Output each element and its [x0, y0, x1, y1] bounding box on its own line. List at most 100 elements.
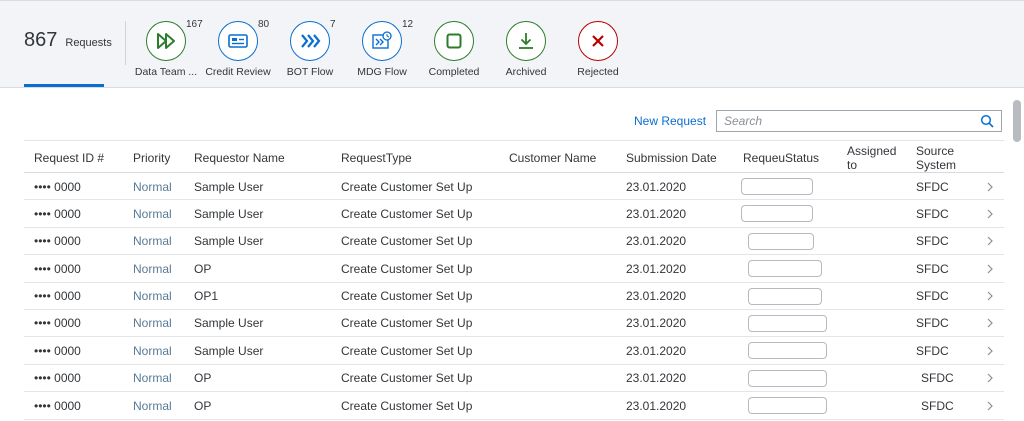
download-icon	[506, 21, 546, 61]
col-customer-name[interactable]: Customer Name	[509, 141, 596, 174]
status-field	[748, 260, 822, 278]
col-priority[interactable]: Priority	[133, 141, 170, 174]
triple-chevron-right-icon	[290, 21, 330, 61]
cell-submission-date: 23.01.2020	[626, 316, 687, 331]
cell-source-system: SFDC	[916, 206, 949, 221]
tab-count: 7	[330, 19, 336, 30]
cell-submission-date: 23.01.2020	[626, 234, 687, 249]
cell-request-id: •••• 0000	[34, 371, 81, 386]
cell-priority: Normal	[133, 234, 172, 249]
cell-request-id: •••• 0000	[34, 234, 81, 249]
cell-priority: Normal	[133, 316, 172, 331]
workflow-clock-icon	[362, 21, 402, 61]
status-field	[748, 232, 814, 250]
cell-request-type: Create Customer Set Up	[341, 179, 473, 194]
cell-submission-date: 23.01.2020	[626, 343, 687, 358]
cell-priority: Normal	[133, 398, 172, 413]
search-field	[716, 110, 1002, 132]
cell-request-type: Create Customer Set Up	[341, 206, 473, 221]
icon-tab-bar: 867 Requests 167 Data Team ... 80 Credit…	[0, 0, 1024, 88]
requests-table: Request ID # Priority Requestor Name Req…	[24, 140, 1004, 420]
cell-priority: Normal	[133, 343, 172, 358]
col-request-type[interactable]: RequestType	[341, 141, 412, 174]
search-icon[interactable]	[973, 111, 1001, 131]
status-field	[748, 342, 827, 360]
cell-requestor: OP	[194, 371, 212, 386]
col-source-system[interactable]: Source System	[916, 141, 976, 174]
id-card-icon	[218, 21, 258, 61]
chevron-right-icon[interactable]	[986, 310, 994, 337]
cell-source-system: SFDC	[916, 316, 949, 331]
col-request-id[interactable]: Request ID #	[34, 141, 104, 174]
chevron-right-icon[interactable]	[986, 283, 994, 310]
cell-request-id: •••• 0000	[34, 316, 81, 331]
chevron-right-icon[interactable]	[986, 173, 994, 200]
table-row[interactable]: •••• 0000 Normal Sample User Create Cust…	[24, 310, 1004, 338]
col-assigned-to[interactable]: Assigned to	[847, 141, 907, 174]
cell-request-type: Create Customer Set Up	[341, 398, 473, 413]
cell-submission-date: 23.01.2020	[626, 371, 687, 386]
cell-source-system: SFDC	[916, 179, 949, 194]
status-field	[748, 397, 827, 415]
cell-request-id: •••• 0000	[34, 261, 81, 276]
chevron-right-icon[interactable]	[986, 337, 994, 364]
cell-priority: Normal	[133, 261, 172, 276]
cell-submission-date: 23.01.2020	[626, 398, 687, 413]
cell-request-type: Create Customer Set Up	[341, 316, 473, 331]
cell-source-system: SFDC	[916, 234, 949, 249]
stop-square-icon	[434, 21, 474, 61]
cell-request-id: •••• 0000	[34, 398, 81, 413]
cell-submission-date: 23.01.2020	[626, 179, 687, 194]
cell-requestor: Sample User	[194, 234, 264, 249]
chevron-right-icon[interactable]	[986, 392, 994, 419]
cell-request-type: Create Customer Set Up	[341, 234, 473, 249]
col-requestor[interactable]: Requestor Name	[194, 141, 285, 174]
cell-request-id: •••• 0000	[34, 343, 81, 358]
cell-request-type: Create Customer Set Up	[341, 289, 473, 304]
cell-requestor: Sample User	[194, 206, 264, 221]
table-row[interactable]: •••• 0000 Normal OP Create Customer Set …	[24, 392, 1004, 420]
cell-request-id: •••• 0000	[34, 179, 81, 194]
table-row[interactable]: •••• 0000 Normal Sample User Create Cust…	[24, 228, 1004, 256]
cell-source-system: SFDC	[916, 289, 949, 304]
cell-requestor: OP1	[194, 289, 219, 304]
tab-rejected[interactable]: Rejected	[556, 21, 640, 81]
cell-requestor: Sample User	[194, 179, 264, 194]
chevron-right-icon[interactable]	[986, 200, 994, 227]
selected-tab-indicator	[24, 84, 104, 87]
cell-priority: Normal	[133, 179, 172, 194]
cell-request-id: •••• 0000	[34, 289, 81, 304]
search-input[interactable]	[717, 111, 971, 131]
tab-all-requests[interactable]: 867 Requests	[24, 29, 112, 52]
table-row[interactable]: •••• 0000 Normal Sample User Create Cust…	[24, 200, 1004, 228]
total-count: 867	[24, 29, 58, 51]
double-play-icon	[146, 21, 186, 61]
table-row[interactable]: •••• 0000 Normal Sample User Create Cust…	[24, 173, 1004, 201]
chevron-right-icon[interactable]	[986, 228, 994, 255]
cell-request-type: Create Customer Set Up	[341, 343, 473, 358]
cell-source-system: SFDC	[916, 261, 949, 276]
total-label: Requests	[65, 37, 112, 49]
status-field	[748, 314, 827, 332]
chevron-right-icon[interactable]	[986, 365, 994, 392]
vertical-scrollbar[interactable]	[1013, 100, 1021, 142]
cell-submission-date: 23.01.2020	[626, 289, 687, 304]
table-row[interactable]: •••• 0000 Normal OP Create Customer Set …	[24, 365, 1004, 393]
table-row[interactable]: •••• 0000 Normal Sample User Create Cust…	[24, 337, 1004, 365]
cell-request-type: Create Customer Set Up	[341, 261, 473, 276]
table-row[interactable]: •••• 0000 Normal OP1 Create Customer Set…	[24, 283, 1004, 310]
table-row[interactable]: •••• 0000 Normal OP Create Customer Set …	[24, 255, 1004, 283]
cell-requestor: OP	[194, 261, 212, 276]
cell-requestor: Sample User	[194, 316, 264, 331]
cell-submission-date: 23.01.2020	[626, 261, 687, 276]
cell-request-id: •••• 0000	[34, 206, 81, 221]
table-header: Request ID # Priority Requestor Name Req…	[24, 140, 1004, 173]
status-field	[741, 205, 813, 223]
chevron-right-icon[interactable]	[986, 255, 994, 282]
tab-label: Rejected	[577, 66, 619, 78]
cell-source-system: SFDC	[916, 343, 949, 358]
col-status[interactable]: RequeuStatus	[743, 141, 819, 174]
col-submission-date[interactable]: Submission Date	[626, 141, 717, 174]
cell-requestor: Sample User	[194, 343, 264, 358]
new-request-link[interactable]: New Request	[634, 114, 706, 128]
